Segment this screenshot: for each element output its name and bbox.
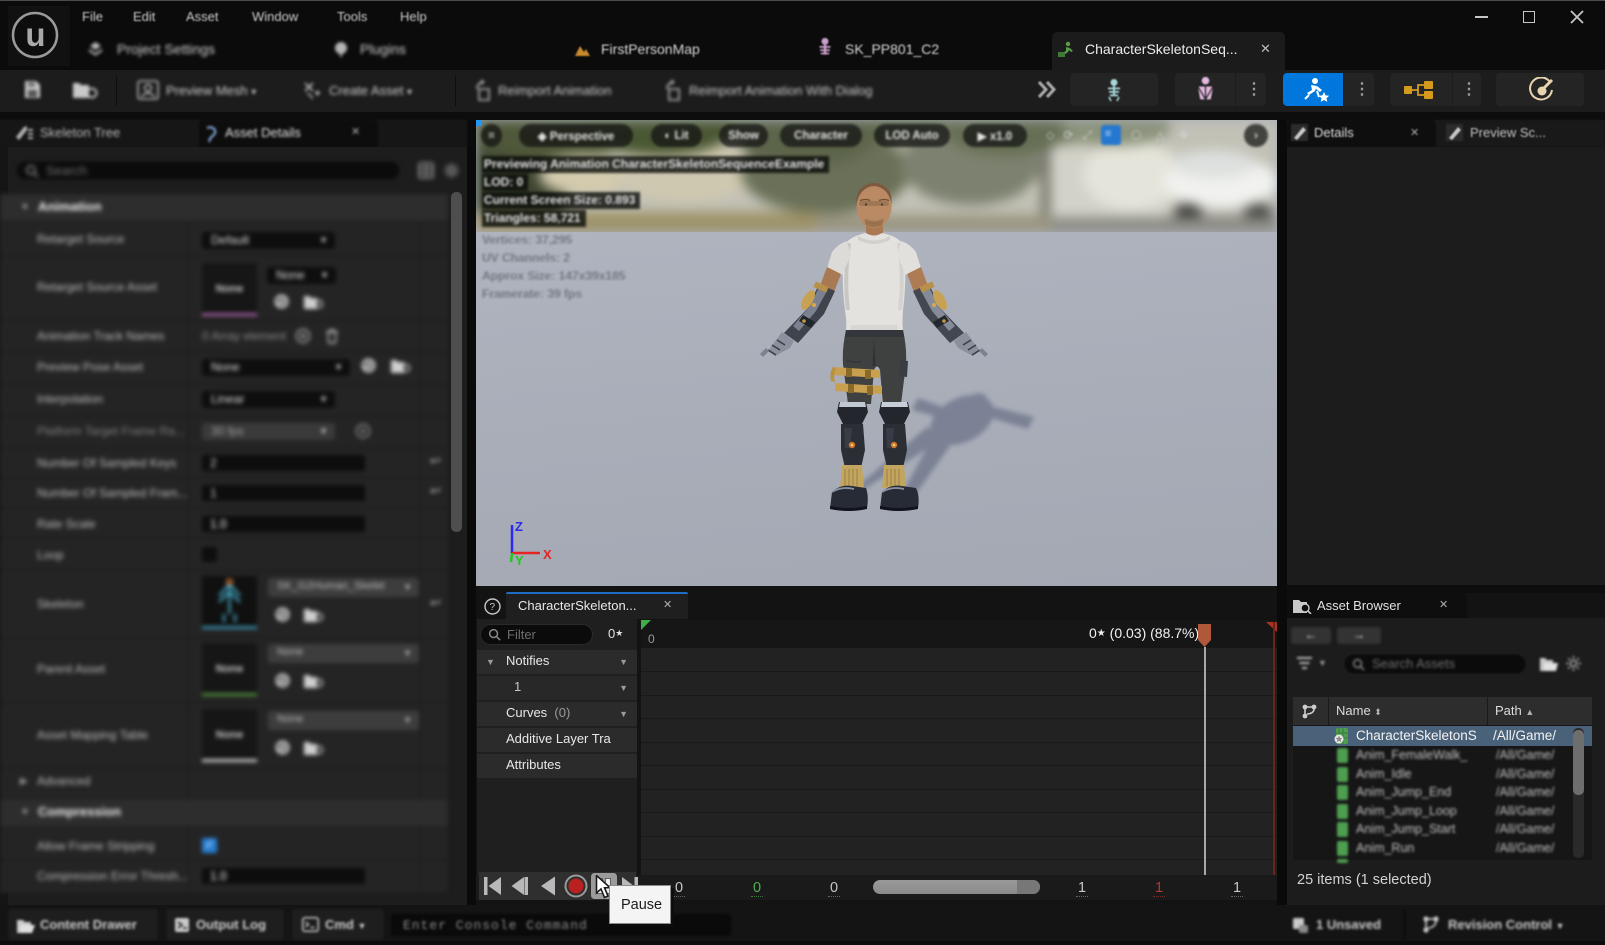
svg-text:?: ? [490,602,496,613]
svg-text:Y: Y [515,553,524,565]
svg-text:u: u [25,16,45,53]
svg-text:Z: Z [515,519,523,534]
svg-text:X: X [543,547,552,562]
